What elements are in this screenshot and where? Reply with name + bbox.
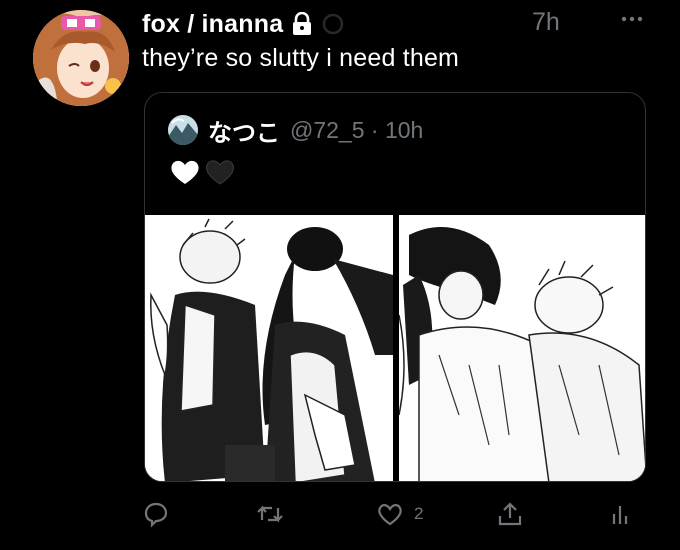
white-heart-icon [171, 160, 199, 184]
display-name[interactable]: fox / inanna [142, 10, 283, 39]
quoted-avatar [168, 115, 198, 145]
retweet-button[interactable] [256, 496, 284, 532]
media-image-1[interactable] [145, 215, 393, 481]
handle-fragment [323, 13, 344, 35]
like-icon [378, 504, 402, 526]
quoted-tweet[interactable]: なつこ @72_5 · 10h [144, 92, 646, 482]
more-icon[interactable] [619, 9, 645, 29]
avatar[interactable] [33, 10, 129, 106]
timestamp[interactable]: 7h [532, 8, 560, 37]
media-image-2[interactable] [399, 215, 645, 481]
reply-button[interactable] [142, 496, 170, 532]
analytics-icon [612, 506, 628, 524]
quoted-tweet-text [169, 157, 236, 187]
analytics-button[interactable] [606, 496, 634, 532]
share-button[interactable] [496, 496, 524, 532]
retweet-icon [257, 505, 283, 523]
lock-icon [293, 12, 312, 35]
quoted-display-name: なつこ [208, 118, 280, 147]
like-count: 2 [414, 504, 424, 523]
media-grid [145, 215, 645, 481]
tweet-text: they’re so slutty i need them [142, 44, 460, 72]
quoted-tweet-header: なつこ @72_5 · 10h [168, 115, 424, 147]
quoted-handle-time: @72_5 · 10h [290, 116, 424, 143]
action-bar: 2 [0, 496, 680, 532]
black-heart-icon [205, 160, 235, 185]
share-icon [498, 502, 522, 526]
reply-icon [144, 502, 168, 528]
tweet-header: fox / inanna [142, 8, 349, 40]
like-button[interactable]: 2 [376, 496, 423, 532]
